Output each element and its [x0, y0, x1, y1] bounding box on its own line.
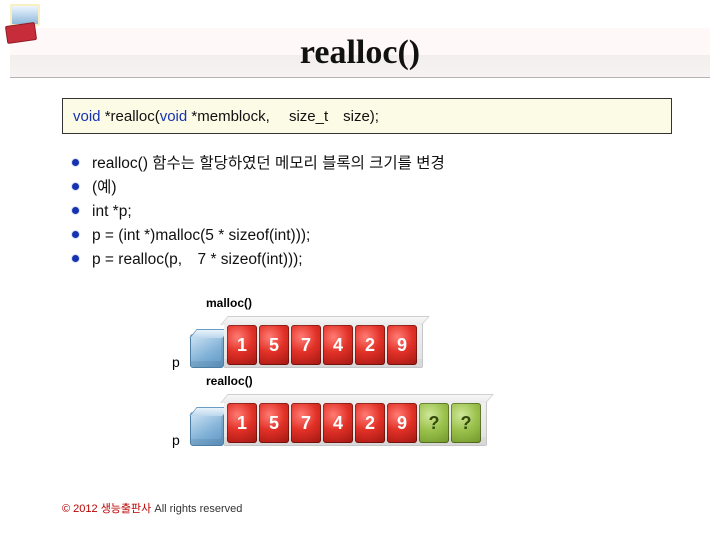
bullet-item: int *p; — [66, 200, 672, 224]
memory-cell: 1 — [227, 325, 257, 365]
memory-cell: 7 — [291, 403, 321, 443]
memory-track-realloc: 157429?? — [224, 400, 487, 446]
sig-mid-2: *memblock, size_t size); — [187, 108, 379, 125]
pointer-cube-icon — [190, 412, 224, 446]
pointer-label-1: p — [172, 354, 180, 370]
keyword-void-1: void — [73, 108, 101, 125]
memory-cell-unknown: ? — [451, 403, 481, 443]
slide-body: void *realloc(void *memblock, size_t siz… — [62, 98, 672, 452]
memory-cell: 2 — [355, 403, 385, 443]
keyword-void-2: void — [160, 108, 188, 125]
bullet-item: realloc() 함수는 할당하였던 메모리 블록의 크기를 변경 — [66, 152, 672, 176]
memory-diagram: malloc() p 157429 realloc() p 157429?? — [62, 296, 672, 446]
memory-cell: 4 — [323, 325, 353, 365]
memory-cell: 9 — [387, 325, 417, 365]
memory-cell: 5 — [259, 403, 289, 443]
footer-copyright: © 2012 생능출판사 — [62, 503, 151, 515]
bullet-item: p = (int *)malloc(5 * sizeof(int))); — [66, 224, 672, 248]
memory-cell: 5 — [259, 325, 289, 365]
row-malloc: p 157429 — [172, 312, 672, 368]
memory-track-malloc: 157429 — [224, 322, 423, 368]
pointer-label-2: p — [172, 432, 180, 448]
footer-rights: All rights reserved — [151, 503, 242, 515]
memory-cell: 9 — [387, 403, 417, 443]
pointer-cube-icon — [190, 334, 224, 368]
title-bar: realloc() — [10, 28, 710, 78]
bullet-item: (예) — [66, 176, 672, 200]
label-realloc: realloc() — [206, 374, 672, 388]
bullet-list: realloc() 함수는 할당하였던 메모리 블록의 크기를 변경 (예) i… — [62, 152, 672, 272]
label-malloc: malloc() — [206, 296, 672, 310]
function-signature-box: void *realloc(void *memblock, size_t siz… — [62, 98, 672, 134]
footer: © 2012 생능출판사 All rights reserved — [62, 500, 242, 516]
memory-cell: 7 — [291, 325, 321, 365]
computer-icon — [6, 4, 54, 52]
memory-cell: 1 — [227, 403, 257, 443]
sig-mid-1: *realloc( — [101, 108, 160, 125]
slide-title: realloc() — [300, 34, 420, 72]
memory-cell: 4 — [323, 403, 353, 443]
memory-cell-unknown: ? — [419, 403, 449, 443]
bullet-item: p = realloc(p, 7 * sizeof(int))); — [66, 248, 672, 272]
memory-cell: 2 — [355, 325, 385, 365]
row-realloc: p 157429?? — [172, 390, 672, 446]
